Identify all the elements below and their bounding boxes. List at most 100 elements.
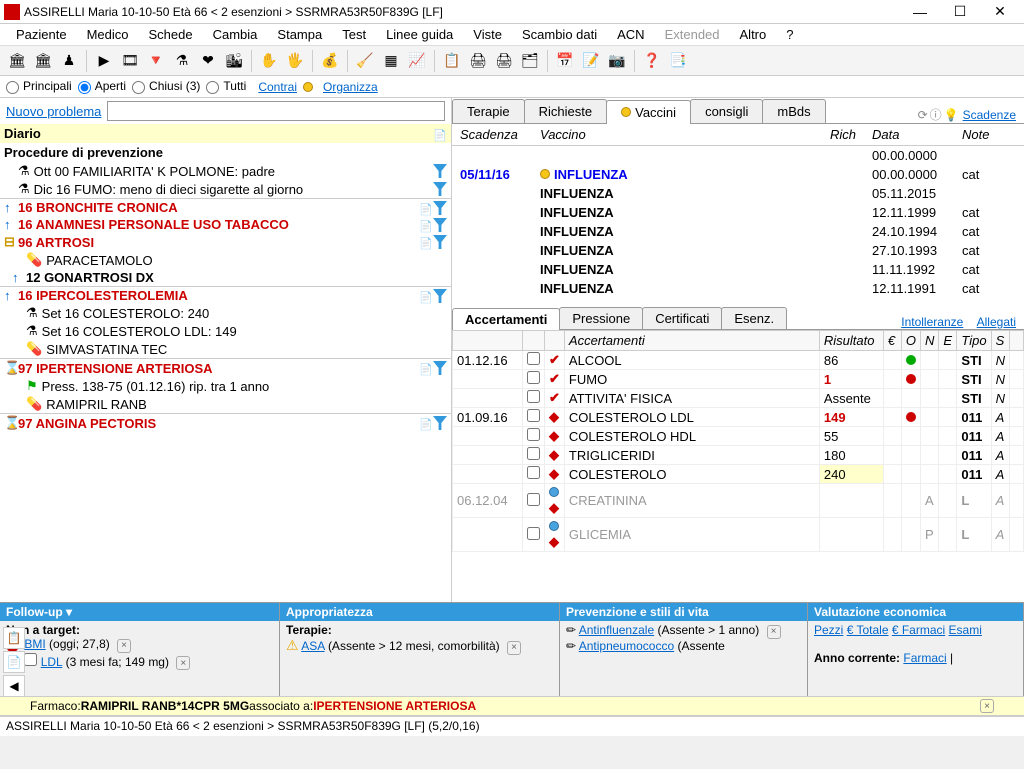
problem-child[interactable]: ↑12 GONARTROSI DX bbox=[0, 269, 451, 286]
tbtn-stack[interactable]: 🗂 bbox=[518, 49, 542, 73]
dismiss-button[interactable]: × bbox=[507, 641, 521, 655]
tbtn-money[interactable]: 💰 bbox=[318, 49, 342, 73]
problem-child[interactable]: 💊PARACETAMOLO bbox=[0, 251, 451, 269]
doc-icon[interactable] bbox=[419, 416, 433, 430]
vaccine-row[interactable]: INFLUENZA05.11.2015 bbox=[452, 184, 1024, 203]
funnel-icon[interactable] bbox=[433, 164, 447, 178]
antiinf-link[interactable]: Antinfluenzale bbox=[579, 623, 654, 637]
info-icon[interactable]: ⟳ bbox=[918, 108, 928, 122]
problem-row[interactable]: ⊟96 ARTROSI bbox=[0, 233, 451, 251]
sidetool-1[interactable]: 📋 bbox=[3, 627, 25, 649]
panel-val-header[interactable]: Valutazione economica bbox=[808, 603, 1023, 621]
accertamento-row[interactable]: ◆COLESTEROLO240011A bbox=[453, 465, 1024, 484]
accertamento-row[interactable]: 06.12.04◆CREATININAALA bbox=[453, 484, 1024, 518]
new-problem-input[interactable] bbox=[107, 101, 445, 121]
doc-icon[interactable] bbox=[419, 218, 433, 232]
tbtn-city[interactable]: 🏙 bbox=[222, 49, 246, 73]
problem-row[interactable]: ↑16 ANAMNESI PERSONALE USO TABACCO bbox=[0, 216, 451, 233]
menu-test[interactable]: Test bbox=[332, 25, 376, 44]
new-problem-link[interactable]: Nuovo problema bbox=[6, 104, 101, 119]
menu-altro[interactable]: Altro bbox=[730, 25, 777, 44]
efarmaci-link[interactable]: € Farmaci bbox=[892, 623, 945, 637]
funnel-icon[interactable] bbox=[433, 361, 447, 375]
tbtn-film[interactable]: 🎞 bbox=[118, 49, 142, 73]
menu-paziente[interactable]: Paziente bbox=[6, 25, 77, 44]
tbtn-copy[interactable]: 📋 bbox=[440, 49, 464, 73]
accertamento-row[interactable]: ◆COLESTEROLO HDL55011A bbox=[453, 427, 1024, 446]
antipneu-link[interactable]: Antipneumococco bbox=[579, 639, 674, 653]
menu-stampa[interactable]: Stampa bbox=[267, 25, 332, 44]
tab-richieste[interactable]: Richieste bbox=[524, 99, 607, 123]
radio-tutti-label[interactable]: Tutti bbox=[206, 79, 246, 93]
ldl-checkbox[interactable] bbox=[24, 653, 37, 666]
funnel-icon[interactable] bbox=[433, 218, 447, 232]
farmaci-link[interactable]: Farmaci bbox=[903, 651, 946, 665]
problem-row[interactable]: ↑16 IPERCOLESTEROLEMIA bbox=[0, 286, 451, 304]
scadenze-link[interactable]: Scadenze bbox=[963, 108, 1016, 122]
problem-row[interactable]: ↑16 BRONCHITE CRONICA bbox=[0, 198, 451, 216]
radio-principali-label[interactable]: Principali bbox=[6, 79, 72, 93]
tbtn-copy2[interactable]: 📑 bbox=[666, 49, 690, 73]
tbtn-cal1[interactable]: 📅 bbox=[553, 49, 577, 73]
problem-child[interactable]: ⚗Set 16 COLESTEROLO LDL: 149 bbox=[0, 322, 451, 340]
panel-followup-header[interactable]: Follow-up ▾ bbox=[0, 603, 279, 621]
vaccine-row[interactable]: INFLUENZA12.11.1991cat bbox=[452, 279, 1024, 298]
doc-icon[interactable] bbox=[419, 201, 433, 215]
doc-icon[interactable] bbox=[419, 289, 433, 303]
vaccine-row[interactable]: 05/11/16INFLUENZA00.00.0000cat bbox=[452, 165, 1024, 184]
subtab-certificati[interactable]: Certificati bbox=[642, 307, 722, 329]
prob-item[interactable]: ⚗ Ott 00 FAMILIARITA' K POLMONE: padre bbox=[0, 162, 451, 180]
menu-viste[interactable]: Viste bbox=[463, 25, 512, 44]
vaccine-row[interactable]: INFLUENZA11.11.1992cat bbox=[452, 260, 1024, 279]
close-button[interactable]: ✕ bbox=[980, 0, 1020, 24]
menu-scambiodati[interactable]: Scambio dati bbox=[512, 25, 607, 44]
esami-link[interactable]: Esami bbox=[949, 623, 982, 637]
problem-row[interactable]: ⌛97 ANGINA PECTORIS bbox=[0, 413, 451, 432]
pezzi-link[interactable]: Pezzi bbox=[814, 623, 843, 637]
link-contrai[interactable]: Contrai bbox=[258, 80, 297, 94]
tbtn-hand2[interactable]: 🖐 bbox=[283, 49, 307, 73]
tab-consigli[interactable]: consigli bbox=[690, 99, 763, 123]
radio-tutti[interactable] bbox=[206, 81, 219, 94]
tbtn-cal2[interactable]: 📝 bbox=[579, 49, 603, 73]
diario-header[interactable]: Diario bbox=[0, 124, 451, 143]
vaccine-row[interactable]: INFLUENZA24.10.1994cat bbox=[452, 222, 1024, 241]
tbtn-print2[interactable]: 🖨 bbox=[492, 49, 516, 73]
radio-chiusi[interactable] bbox=[132, 81, 145, 94]
menu-schede[interactable]: Schede bbox=[139, 25, 203, 44]
radio-aperti[interactable] bbox=[78, 81, 91, 94]
dismiss-button[interactable]: × bbox=[117, 639, 131, 653]
dismiss-button[interactable]: × bbox=[176, 656, 190, 670]
radio-principali[interactable] bbox=[6, 81, 19, 94]
problem-child[interactable]: 💊SIMVASTATINA TEC bbox=[0, 340, 451, 358]
tbtn-eraser[interactable]: 🧹 bbox=[353, 49, 377, 73]
panel-appropr-header[interactable]: Appropriatezza bbox=[280, 603, 559, 621]
funnel-icon[interactable] bbox=[433, 182, 447, 196]
etotale-link[interactable]: € Totale bbox=[847, 623, 889, 637]
accertamento-row[interactable]: ✔FUMO1STIN bbox=[453, 370, 1024, 389]
help-icon[interactable]: ⓘ bbox=[930, 106, 942, 123]
vaccine-row[interactable]: INFLUENZA27.10.1993cat bbox=[452, 241, 1024, 260]
accertamento-row[interactable]: ✔ATTIVITA' FISICAAssenteSTIN bbox=[453, 389, 1024, 408]
menu-medico[interactable]: Medico bbox=[77, 25, 139, 44]
problem-child[interactable]: ⚗Set 16 COLESTEROLO: 240 bbox=[0, 304, 451, 322]
link-organizza[interactable]: Organizza bbox=[323, 80, 378, 94]
subtab-accertamenti[interactable]: Accertamenti bbox=[452, 308, 560, 330]
tbtn-help[interactable]: ❓ bbox=[640, 49, 664, 73]
maximize-button[interactable]: ☐ bbox=[940, 0, 980, 24]
menu-acn[interactable]: ACN bbox=[607, 25, 654, 44]
problem-child[interactable]: ⚑Press. 138-75 (01.12.16) rip. tra 1 ann… bbox=[0, 377, 451, 395]
vaccine-row[interactable]: INFLUENZA12.11.1999cat bbox=[452, 203, 1024, 222]
menu-cambia[interactable]: Cambia bbox=[203, 25, 268, 44]
accertamento-row[interactable]: ◆TRIGLICERIDI180011A bbox=[453, 446, 1024, 465]
dismiss-button[interactable]: × bbox=[767, 625, 781, 639]
subtab-esenz[interactable]: Esenz. bbox=[721, 307, 787, 329]
doc-icon[interactable] bbox=[419, 235, 433, 249]
tbtn-funnel[interactable]: 🔻 bbox=[144, 49, 168, 73]
tab-mbds[interactable]: mBds bbox=[762, 99, 825, 123]
accertamento-row[interactable]: 01.09.16◆COLESTEROLO LDL149011A bbox=[453, 408, 1024, 427]
tbtn-chart[interactable]: 📈 bbox=[405, 49, 429, 73]
allegati-link[interactable]: Allegati bbox=[977, 315, 1016, 329]
tbtn-print1[interactable]: 🖨 bbox=[466, 49, 490, 73]
menu-help[interactable]: ? bbox=[776, 25, 803, 44]
